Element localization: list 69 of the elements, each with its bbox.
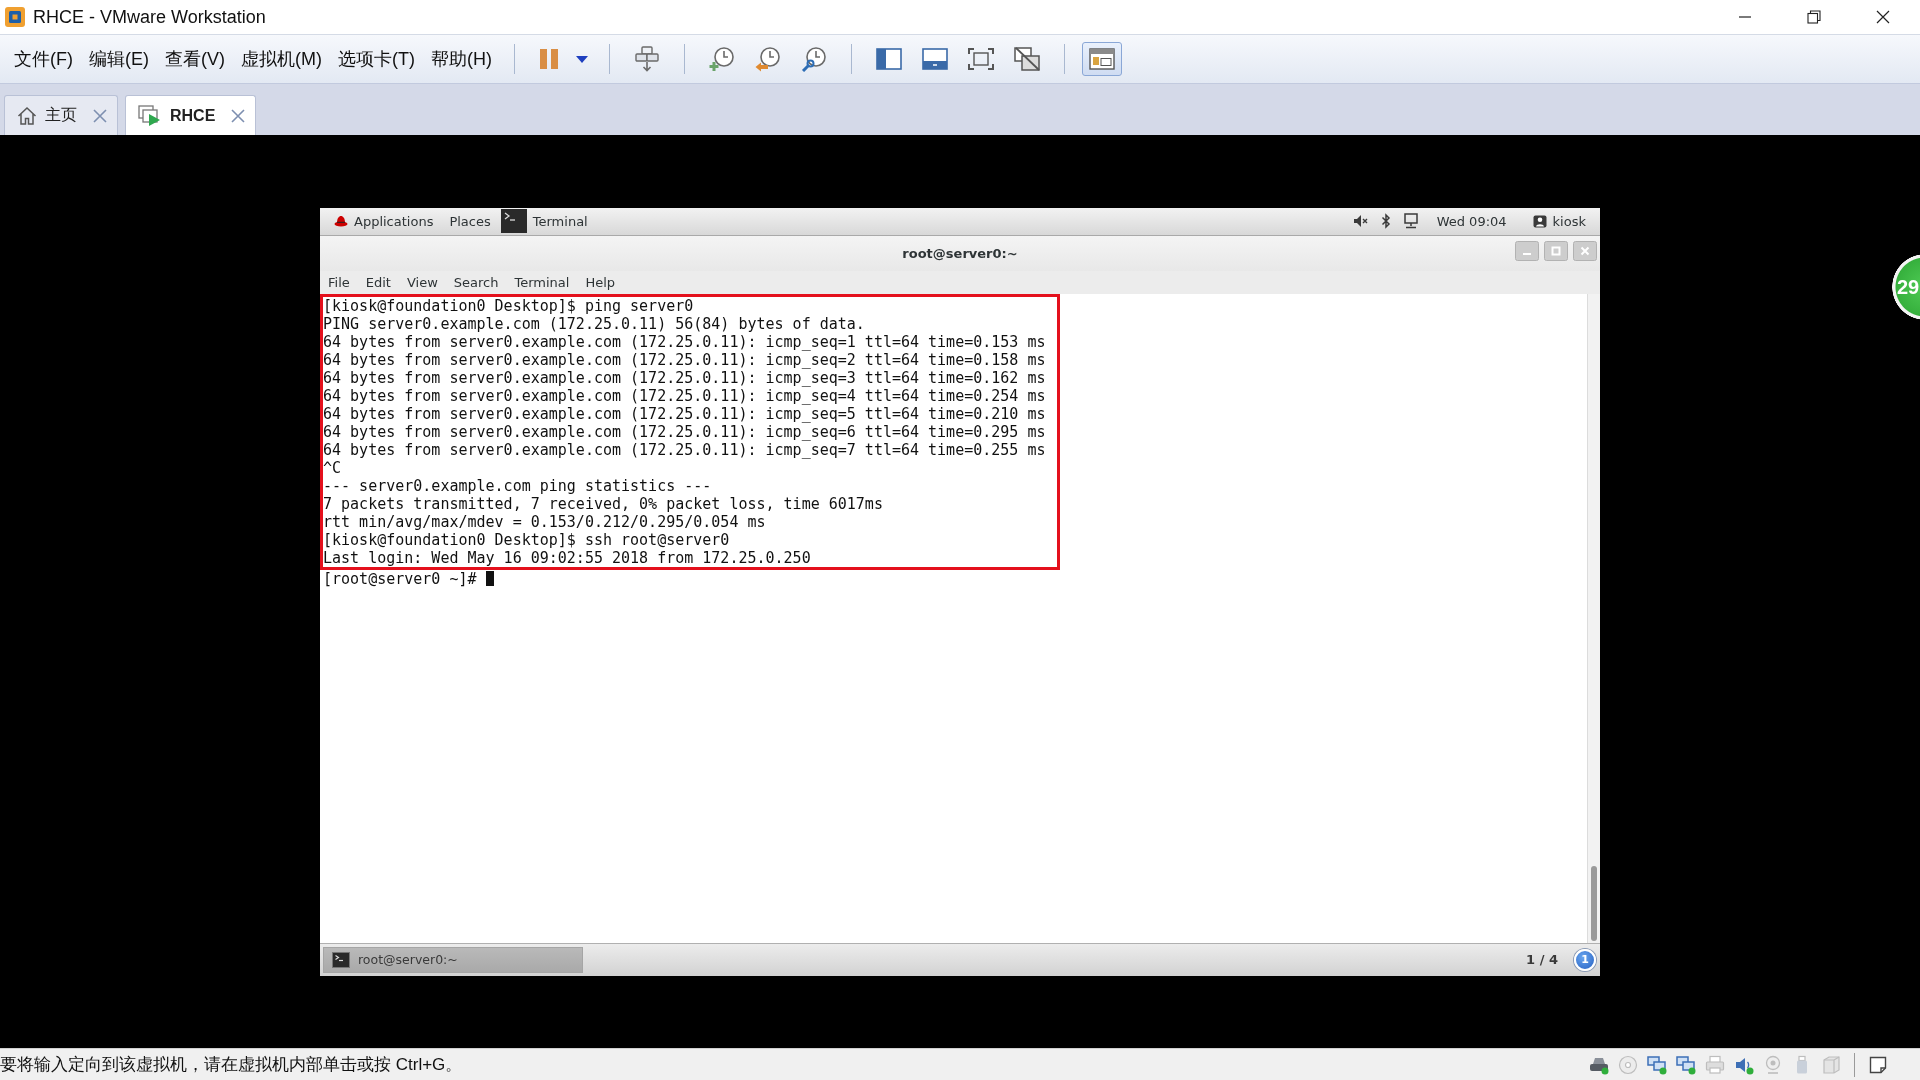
menu-item[interactable]: 查看(V): [157, 43, 233, 75]
monitor-pair-icon[interactable]: [1647, 1054, 1667, 1075]
clock-wrench-icon: [800, 46, 827, 72]
terminal-line: rtt min/avg/max/mdev = 0.153/0.212/0.295/0.054 ms: [323, 512, 766, 531]
keys-arrow-icon: [633, 46, 660, 72]
speaker-muted-icon[interactable]: [1352, 214, 1369, 228]
terminal-line: 64 bytes from server0.example.com (172.25.0.11): icmp_seq=3 ttl=64 time=0.162 ms: [323, 368, 1046, 387]
taskbar-window-button[interactable]: root@server0:~: [323, 946, 583, 973]
menu-item[interactable]: Search: [445, 274, 507, 290]
terminal-line: PING server0.example.com (172.25.0.11) 56(84) bytes of data.: [323, 314, 865, 333]
terminal-line: ^C: [323, 458, 342, 477]
applications-menu[interactable]: Applications: [326, 208, 442, 234]
window-title: root@server0:~: [902, 245, 1018, 261]
pause-icon: [538, 48, 559, 70]
terminal-icon: [332, 951, 350, 968]
person-icon: [1532, 214, 1547, 228]
menu-item[interactable]: Help: [577, 274, 624, 290]
menu-item[interactable]: 文件(F): [6, 43, 81, 75]
scrollbar-thumb[interactable]: [1591, 865, 1597, 941]
home-icon: [17, 105, 37, 126]
terminal-line: 64 bytes from server0.example.com (172.25.0.11): icmp_seq=7 ttl=64 time=0.255 ms: [323, 440, 1046, 459]
bluetooth-icon[interactable]: [1380, 213, 1391, 229]
places-menu[interactable]: Places: [441, 208, 499, 234]
vm-icon: [138, 104, 162, 127]
workspace-indicator[interactable]: 1 / 4: [1520, 951, 1564, 968]
menu-item[interactable]: 帮助(H): [422, 43, 500, 75]
terminal-line: [kiosk@foundation0 Desktop]$ ssh root@server0: [323, 530, 730, 549]
terminal-icon: [500, 209, 527, 233]
hat-icon: [334, 215, 348, 227]
menu-item[interactable]: 选项卡(T): [329, 43, 423, 75]
window-list-item[interactable]: Terminal: [498, 208, 596, 234]
terminal-line: Last login: Wed May 16 09:02:55 2018 from 172.25.0.250: [323, 548, 811, 567]
note-icon[interactable]: [1868, 1054, 1888, 1075]
menu-item[interactable]: Terminal: [506, 274, 578, 290]
terminal-line: [root@server0 ~]#: [323, 569, 477, 588]
console-window-icon: [1088, 48, 1115, 70]
terminal-line: 64 bytes from server0.example.com (172.25.0.11): icmp_seq=6 ttl=64 time=0.295 ms: [323, 422, 1046, 441]
restore-icon[interactable]: [1807, 10, 1821, 24]
window-title: RHCE - VMware Workstation: [33, 6, 266, 28]
close-icon[interactable]: [1876, 10, 1890, 24]
monitor-icon[interactable]: [1402, 213, 1419, 229]
terminal-line: 64 bytes from server0.example.com (172.25.0.11): icmp_seq=2 ttl=64 time=0.158 ms: [323, 350, 1046, 369]
bottom-bar-layout-icon: [921, 48, 948, 70]
monitor-pair-icon[interactable]: [1676, 1054, 1696, 1075]
terminal-line: 64 bytes from server0.example.com (172.25.0.11): icmp_seq=1 ttl=64 time=0.153 ms: [323, 332, 1046, 351]
menu-item[interactable]: View: [398, 274, 446, 290]
tab[interactable]: RHCE: [125, 95, 257, 135]
caret-icon: [575, 55, 588, 63]
menu-item[interactable]: 虚拟机(M): [233, 43, 330, 75]
clock-plus-icon: [708, 46, 735, 72]
crossed-screen-icon: [1013, 47, 1040, 71]
menu-item[interactable]: File: [320, 274, 358, 290]
tab[interactable]: 主页: [4, 95, 118, 135]
date-time[interactable]: Wed 09:04: [1430, 208, 1513, 234]
scrollbar[interactable]: [1587, 293, 1600, 943]
menu-item[interactable]: 编辑(E): [81, 43, 157, 75]
status-message: 要将输入定向到该虚拟机，请在虚拟机内部单击或按 Ctrl+G。: [0, 1054, 463, 1076]
menu-item[interactable]: Edit: [357, 274, 399, 290]
app-logo-icon: [5, 7, 25, 27]
user-menu[interactable]: kiosk: [1524, 208, 1594, 234]
clock-arrow-icon: [754, 46, 781, 72]
terminal-line: 64 bytes from server0.example.com (172.25.0.11): icmp_seq=5 ttl=64 time=0.210 ms: [323, 404, 1046, 423]
terminal-line: [kiosk@foundation0 Desktop]$ ping server0: [323, 296, 694, 315]
terminal-line: 7 packets transmitted, 7 received, 0% packet loss, time 6017ms: [323, 494, 883, 513]
fullscreen-icon: [967, 48, 994, 70]
terminal-line: 64 bytes from server0.example.com (172.25.0.11): icmp_seq=4 ttl=64 time=0.254 ms: [323, 386, 1046, 405]
sidebar-layout-icon: [875, 48, 902, 70]
console-view-button[interactable]: [1081, 42, 1122, 76]
terminal-line: --- server0.example.com ping statistics ---: [323, 476, 712, 495]
